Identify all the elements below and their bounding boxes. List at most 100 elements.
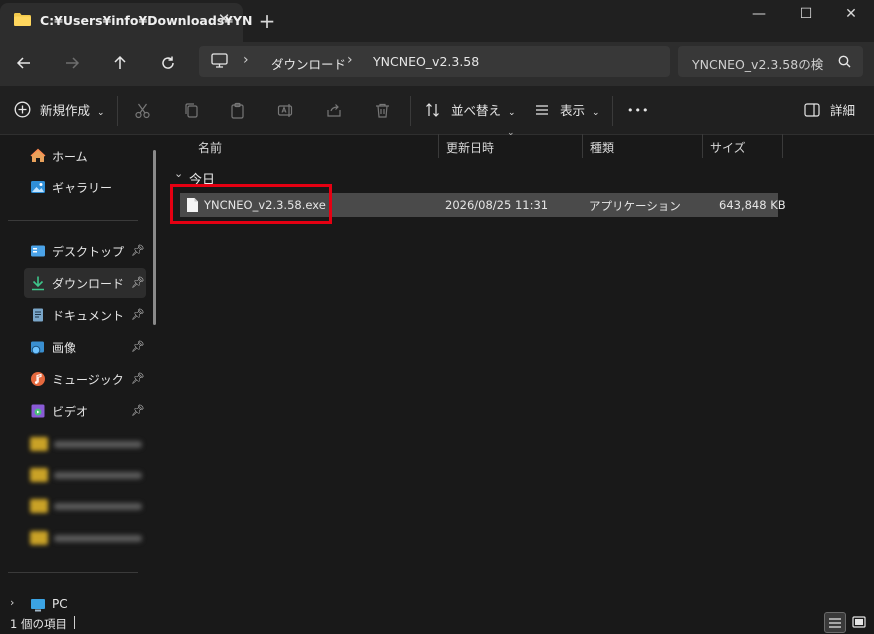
paste-icon[interactable] — [229, 102, 246, 119]
arrow-up-icon — [114, 55, 126, 69]
pin-icon[interactable]: 📌︎ — [131, 340, 145, 353]
gallery-icon — [31, 181, 45, 193]
sidebar-item-gallery[interactable]: ギャラリー — [24, 172, 146, 202]
redacted-label — [54, 441, 142, 448]
sidebar-label: PC — [52, 597, 68, 611]
folder-icon — [30, 437, 48, 451]
details-view-button[interactable] — [824, 612, 846, 633]
pin-icon[interactable]: 📌︎ — [131, 308, 145, 321]
chevron-right-icon: › — [347, 52, 353, 68]
sidebar-item-videos[interactable]: ビデオ 📌︎ — [24, 396, 146, 426]
sidebar-item-music[interactable]: ミュージック 📌︎ — [24, 364, 146, 394]
column-divider[interactable] — [582, 134, 583, 158]
search-icon[interactable] — [838, 55, 851, 68]
sidebar-item-desktop[interactable]: デスクトップ 📌︎ — [24, 236, 146, 266]
blurred-folder-item[interactable] — [30, 431, 146, 457]
pc-icon — [31, 599, 45, 612]
document-icon — [33, 308, 43, 322]
plus-circle-icon — [14, 101, 31, 118]
rename-icon[interactable] — [277, 102, 294, 119]
search-input[interactable]: YNCNEO_v2.3.58の検 — [692, 54, 830, 73]
details-pane-button[interactable]: 詳細 — [804, 101, 855, 121]
video-icon — [31, 404, 45, 418]
status-bar — [0, 612, 874, 634]
sidebar-label: デスクトップ — [52, 245, 125, 259]
item-count: 1 個の項目 — [10, 617, 67, 631]
details-view-icon — [829, 618, 841, 628]
arrow-right-icon — [66, 57, 80, 69]
sidebar-label: ホーム — [52, 150, 88, 164]
back-button[interactable] — [10, 52, 38, 74]
up-button[interactable] — [106, 52, 134, 74]
forward-button[interactable] — [58, 52, 86, 74]
folder-icon — [14, 13, 31, 26]
view-label: 表示 — [559, 103, 585, 118]
download-icon — [32, 276, 44, 291]
sidebar-label: 画像 — [52, 341, 77, 355]
sidebar-label: ドキュメント — [52, 309, 125, 323]
status-divider — [74, 616, 75, 629]
sidebar-item-pictures[interactable]: 画像 📌︎ — [24, 332, 146, 362]
blurred-folder-item[interactable] — [30, 525, 146, 551]
chevron-down-icon: ⌄ — [591, 108, 600, 118]
new-tab-button[interactable]: + — [257, 11, 277, 31]
separator — [8, 572, 138, 573]
expand-chevron-icon[interactable]: › — [10, 596, 14, 609]
cut-icon[interactable] — [134, 102, 151, 119]
view-list-icon — [536, 105, 548, 115]
refresh-button[interactable] — [154, 52, 182, 74]
close-tab-icon[interactable]: ✕ — [214, 9, 234, 29]
pin-icon[interactable]: 📌︎ — [131, 372, 145, 385]
close-window-button[interactable]: ✕ — [828, 0, 874, 28]
redacted-label — [54, 535, 142, 542]
redacted-label — [54, 503, 142, 510]
breadcrumb-downloads[interactable]: ダウンロード — [271, 54, 346, 73]
sort-icon — [426, 103, 439, 117]
arrow-left-icon — [16, 57, 30, 69]
sidebar-item-documents[interactable]: ドキュメント 📌︎ — [24, 300, 146, 330]
column-header-name[interactable]: 名前 — [198, 139, 222, 156]
file-type: アプリケーション — [589, 199, 681, 213]
breadcrumb-folder[interactable]: YNCNEO_v2.3.58 — [373, 54, 479, 69]
file-modified: 2026/08/25 11:31 — [445, 198, 549, 212]
pictures-icon — [31, 341, 44, 355]
sidebar-item-home[interactable]: ホーム — [24, 141, 146, 171]
home-icon — [30, 148, 46, 162]
column-divider[interactable] — [702, 134, 703, 158]
separator — [8, 220, 138, 221]
separator — [117, 96, 118, 126]
delete-icon[interactable] — [374, 102, 391, 119]
folder-icon — [30, 531, 48, 545]
view-button[interactable]: 表示 ⌄ — [534, 101, 600, 121]
monitor-icon — [211, 53, 228, 68]
blurred-folder-item[interactable] — [30, 462, 146, 488]
column-header-type[interactable]: 種類 — [590, 139, 614, 156]
column-divider[interactable] — [782, 134, 783, 158]
column-header-modified[interactable]: 更新日時 — [446, 139, 494, 156]
sidebar-item-downloads[interactable]: ダウンロード 📌︎ — [24, 268, 146, 298]
pin-icon[interactable]: 📌︎ — [131, 244, 145, 257]
minimize-button[interactable]: — — [736, 0, 782, 28]
tiles-view-button[interactable] — [849, 612, 870, 633]
redacted-label — [54, 472, 142, 479]
sidebar-scrollbar[interactable] — [153, 150, 156, 325]
more-options-button[interactable]: ••• — [627, 101, 649, 121]
details-label: 詳細 — [829, 103, 855, 118]
copy-icon[interactable] — [183, 102, 200, 119]
maximize-button[interactable]: ☐ — [783, 0, 829, 28]
new-button[interactable]: 新規作成 ⌄ — [14, 101, 105, 121]
music-icon — [31, 372, 45, 386]
column-divider[interactable] — [438, 134, 439, 158]
sidebar-label: ビデオ — [52, 405, 89, 419]
sidebar-label: ミュージック — [52, 373, 124, 387]
blurred-folder-item[interactable] — [30, 493, 146, 519]
share-icon[interactable] — [326, 102, 343, 119]
file-size: 643,848 KB — [719, 198, 786, 212]
pin-icon[interactable]: 📌︎ — [131, 276, 145, 289]
highlight-box — [170, 184, 332, 224]
pin-icon[interactable]: 📌︎ — [131, 404, 145, 417]
group-collapse-chevron-icon[interactable]: ⌄ — [174, 167, 183, 180]
column-header-size[interactable]: サイズ — [710, 139, 746, 156]
sort-label: 並べ替え — [450, 103, 501, 118]
sort-button[interactable]: 並べ替え ⌄ — [425, 101, 516, 121]
